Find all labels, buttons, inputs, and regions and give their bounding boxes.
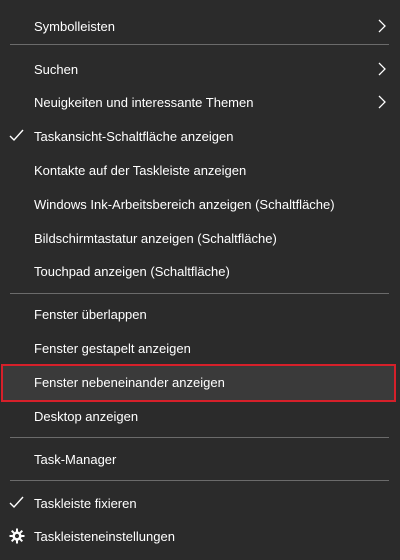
menu-item-desktop-anzeigen[interactable]: Desktop anzeigen [0,400,400,433]
chevron-right-icon [378,62,386,76]
checkmark-icon [9,129,24,142]
menu-item-bildschirmtastatur[interactable]: Bildschirmtastatur anzeigen (Schaltfläch… [0,222,400,255]
menu-separator [10,437,389,438]
menu-item-label: Desktop anzeigen [34,409,139,424]
menu-item-label: Task-Manager [34,452,117,467]
menu-item-suchen[interactable]: Suchen [0,53,400,86]
menu-item-label: Symbolleisten [34,19,115,34]
menu-separator [10,480,389,481]
menu-item-taskleiste-fixieren[interactable]: Taskleiste fixieren [0,487,400,520]
menu-item-label: Kontakte auf der Taskleiste anzeigen [34,163,247,178]
menu-item-label: Bildschirmtastatur anzeigen (Schaltfläch… [34,231,277,246]
menu-item-label: Fenster überlappen [34,307,147,322]
menu-item-label: Taskleisteneinstellungen [34,529,175,544]
menu-item-fenster-gestapelt[interactable]: Fenster gestapelt anzeigen [0,332,400,365]
menu-item-label: Windows Ink-Arbeitsbereich anzeigen (Sch… [34,197,335,212]
menu-item-label: Touchpad anzeigen (Schaltfläche) [34,264,230,279]
menu-item-label: Neuigkeiten und interessante Themen [34,95,254,110]
menu-item-fenster-nebeneinander[interactable]: Fenster nebeneinander anzeigen [0,366,400,399]
menu-item-label: Fenster gestapelt anzeigen [34,341,191,356]
chevron-right-icon [378,19,386,33]
menu-item-symbolleisten[interactable]: Symbolleisten [0,10,400,43]
menu-item-label: Fenster nebeneinander anzeigen [34,375,225,390]
gear-icon [9,528,25,544]
menu-separator [10,44,389,45]
menu-item-taskleisteneinstellungen[interactable]: Taskleisteneinstellungen [0,520,400,553]
menu-item-label: Suchen [34,62,79,77]
menu-item-fenster-ueberlappen[interactable]: Fenster überlappen [0,298,400,331]
menu-item-neuigkeiten[interactable]: Neuigkeiten und interessante Themen [0,86,400,119]
chevron-right-icon [378,95,386,109]
menu-item-windows-ink[interactable]: Windows Ink-Arbeitsbereich anzeigen (Sch… [0,188,400,221]
menu-item-taskansicht[interactable]: Taskansicht-Schaltfläche anzeigen [0,120,400,153]
checkmark-icon [9,496,24,509]
taskbar-context-menu: Symbolleisten Suchen Neuigkeiten und int… [0,0,400,560]
menu-item-label: Taskleiste fixieren [34,496,137,511]
menu-item-task-manager[interactable]: Task-Manager [0,443,400,476]
menu-item-kontakte[interactable]: Kontakte auf der Taskleiste anzeigen [0,154,400,187]
menu-item-touchpad[interactable]: Touchpad anzeigen (Schaltfläche) [0,255,400,288]
menu-item-label: Taskansicht-Schaltfläche anzeigen [34,129,234,144]
menu-separator [10,293,389,294]
